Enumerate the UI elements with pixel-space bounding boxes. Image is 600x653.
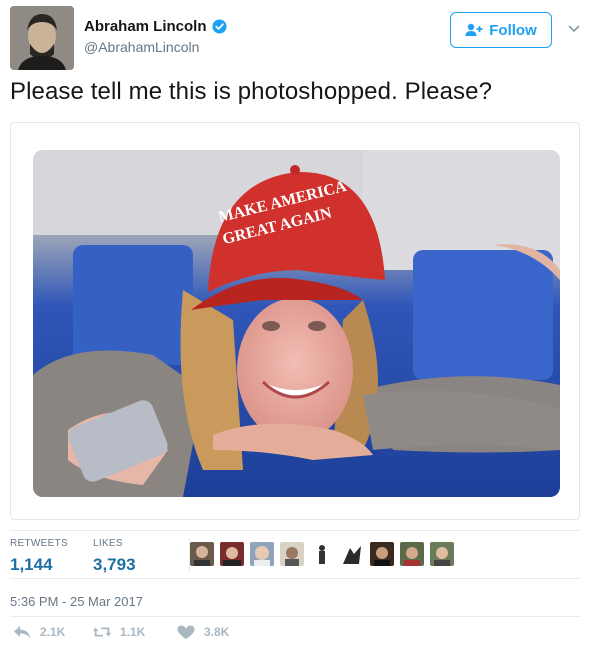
verified-badge-icon xyxy=(211,18,227,34)
like-count: 3.8K xyxy=(204,625,230,639)
like-button[interactable]: 3.8K xyxy=(176,624,229,640)
reply-button[interactable]: 2.1K xyxy=(12,624,65,640)
liker-avatar[interactable] xyxy=(340,542,364,566)
reply-icon xyxy=(14,626,30,638)
photo-image: MAKE AMERICA GREAT AGAIN xyxy=(33,150,560,497)
retweet-button[interactable]: 1.1K xyxy=(92,624,145,640)
retweet-count: 1.1K xyxy=(120,625,146,639)
liker-avatar[interactable] xyxy=(220,542,244,566)
follow-button-label: Follow xyxy=(489,21,537,39)
author-display-name[interactable]: Abraham Lincoln xyxy=(84,18,207,35)
liker-avatar[interactable] xyxy=(370,542,394,566)
liker-avatar[interactable] xyxy=(280,542,304,566)
retweets-stat[interactable]: RETWEETS 1,144 xyxy=(10,538,68,575)
retweet-icon xyxy=(92,627,112,637)
retweets-count: 1,144 xyxy=(10,555,53,574)
likes-stat[interactable]: LIKES 3,793 xyxy=(93,538,136,575)
add-user-icon xyxy=(465,23,483,36)
media-card: MAKE AMERICA GREAT AGAIN xyxy=(10,122,580,520)
follow-button[interactable]: Follow xyxy=(450,12,552,48)
retweets-label: RETWEETS xyxy=(10,538,68,549)
chevron-down-icon[interactable] xyxy=(566,20,582,36)
reply-count: 2.1K xyxy=(40,625,66,639)
author-handle[interactable]: @AbrahamLincoln xyxy=(84,39,227,55)
liker-avatar[interactable] xyxy=(400,542,424,566)
liker-avatar[interactable] xyxy=(190,542,214,566)
avatar-image xyxy=(10,6,74,70)
divider xyxy=(10,578,580,579)
tweet-text: Please tell me this is photoshopped. Ple… xyxy=(10,78,493,105)
liker-avatar[interactable] xyxy=(310,542,334,566)
heart-icon xyxy=(177,625,195,639)
likes-label: LIKES xyxy=(93,538,123,549)
avatar[interactable] xyxy=(10,6,74,70)
author-names: Abraham Lincoln @AbrahamLincoln xyxy=(84,16,227,55)
divider xyxy=(10,616,580,617)
tweet-photo[interactable]: MAKE AMERICA GREAT AGAIN xyxy=(33,150,560,497)
tweet-header: Abraham Lincoln @AbrahamLincoln Follow xyxy=(10,6,590,72)
tweet-timestamp[interactable]: 5:36 PM - 25 Mar 2017 xyxy=(10,594,143,609)
likes-count: 3,793 xyxy=(93,555,136,574)
author-name-row[interactable]: Abraham Lincoln xyxy=(84,16,227,36)
liker-avatar[interactable] xyxy=(430,542,454,566)
divider xyxy=(10,530,580,531)
liker-avatar[interactable] xyxy=(250,542,274,566)
